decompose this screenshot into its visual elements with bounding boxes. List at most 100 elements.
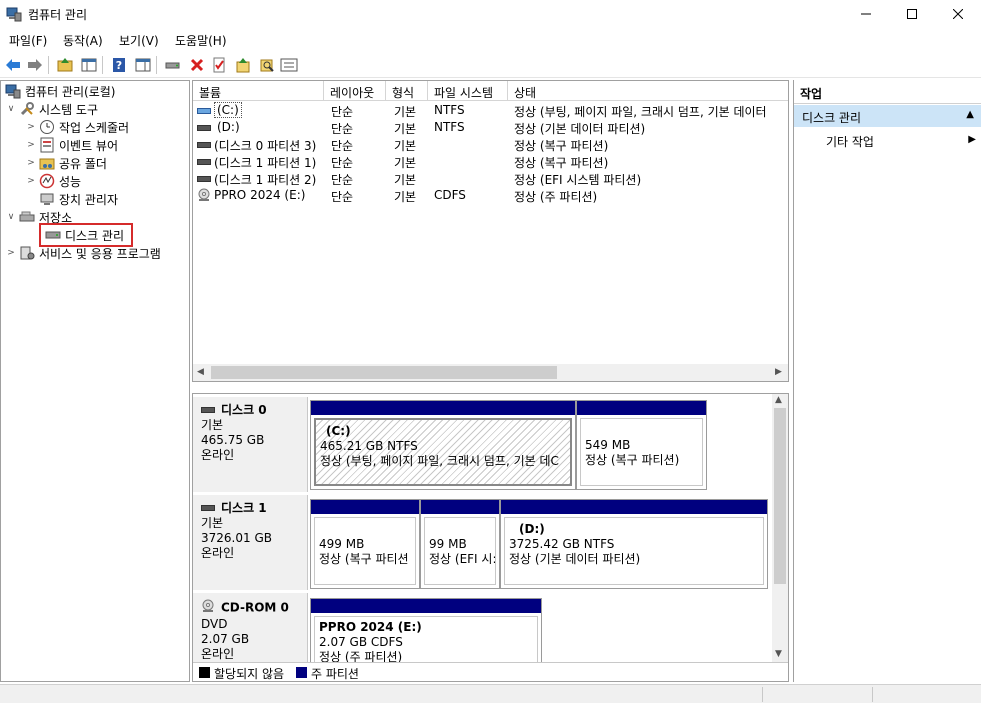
volume-type: 기본 — [394, 173, 417, 187]
volume-name: PPRO 2024 (E:) — [214, 188, 306, 202]
scroll-right-icon[interactable]: ▶ — [775, 367, 782, 377]
title-bar: 컴퓨터 관리 — [0, 0, 981, 28]
cd-drive-icon — [197, 188, 211, 205]
disk-size: 465.75 GB — [201, 433, 265, 447]
back-icon[interactable] — [4, 56, 22, 74]
collapse-up-icon[interactable]: ▲ — [966, 109, 974, 120]
volume-status: 정상 (주 파티션) — [514, 190, 598, 204]
volume-drive-icon — [197, 139, 211, 153]
toolbar: ? — [0, 52, 981, 78]
column-header-volume[interactable]: 볼륨 — [193, 81, 324, 101]
chevron-right-icon[interactable]: > — [5, 248, 17, 258]
maximize-button[interactable] — [889, 0, 935, 28]
chevron-right-icon[interactable]: > — [25, 176, 37, 186]
tree-item-shared-folders[interactable]: > 공유 폴더 — [25, 154, 107, 172]
chevron-right-icon[interactable]: > — [25, 158, 37, 168]
disk-size: 2.07 GB — [201, 632, 250, 646]
volume-row[interactable]: (디스크 1 파티션 2) 단순 기본 정상 (EFI 시스템 파티션) — [193, 170, 788, 187]
partition-efi[interactable]: 99 MB 정상 (EFI 시: — [420, 499, 500, 589]
help-icon[interactable]: ? — [110, 56, 128, 74]
shared-folder-icon — [39, 155, 55, 171]
volume-row[interactable]: PPRO 2024 (E:) 단순 기본 CDFS 정상 (주 파티션) — [193, 187, 788, 204]
chevron-down-icon[interactable]: ∨ — [5, 104, 17, 114]
volume-status: 정상 (부팅, 페이지 파일, 크래시 덤프, 기본 데이터 — [514, 105, 767, 119]
volume-status: 정상 (복구 파티션) — [514, 156, 609, 170]
computer-management-icon — [5, 83, 21, 99]
services-icon — [19, 245, 35, 261]
tree-item-event-viewer[interactable]: > 이벤트 뷰어 — [25, 136, 118, 154]
partition-size: 99 MB — [429, 537, 467, 551]
partition-status: 정상 (복구 파티션 — [319, 552, 409, 566]
volume-fs: CDFS — [434, 188, 466, 202]
volume-name: (C:) — [214, 102, 242, 118]
partition-d[interactable]: (D:) 3725.42 GB NTFS 정상 (기본 데이터 파티션) — [500, 499, 768, 589]
disk-0-label[interactable]: 디스크 0 기본 465.75 GB 온라인 — [193, 397, 308, 492]
menu-help[interactable]: 도움말(H) — [175, 32, 227, 49]
volume-row[interactable]: (C:) 단순 기본 NTFS 정상 (부팅, 페이지 파일, 크래시 덤프, … — [193, 102, 788, 119]
volume-name: (디스크 0 파티션 3) — [214, 139, 317, 153]
import-icon[interactable] — [234, 56, 252, 74]
list-view-icon[interactable] — [280, 56, 298, 74]
partition-title: (C:) — [326, 424, 351, 438]
partition-bar — [501, 500, 767, 514]
disk-type: DVD — [201, 617, 228, 631]
partition-size: 3725.42 GB NTFS — [509, 537, 615, 551]
close-button[interactable] — [935, 0, 981, 28]
forward-icon[interactable] — [26, 56, 44, 74]
scroll-down-icon[interactable]: ▼ — [775, 649, 782, 659]
menu-action[interactable]: 동작(A) — [63, 32, 103, 49]
scroll-left-icon[interactable]: ◀ — [197, 367, 204, 377]
delete-icon[interactable] — [188, 56, 206, 74]
connect-drive-icon[interactable] — [164, 56, 182, 74]
chevron-down-icon[interactable]: ∨ — [5, 212, 17, 222]
action-more-label: 기타 작업 — [826, 135, 874, 149]
disk-map: 디스크 0 기본 465.75 GB 온라인 (C:) 465.21 GB NT… — [192, 393, 789, 682]
chevron-right-icon[interactable]: > — [25, 122, 37, 132]
menu-view[interactable]: 보기(V) — [119, 32, 159, 49]
tree-item-device-manager[interactable]: 장치 관리자 — [39, 190, 118, 208]
disk-size: 3726.01 GB — [201, 531, 272, 545]
minimize-button[interactable] — [843, 0, 889, 28]
search-icon[interactable] — [258, 56, 276, 74]
partition-title — [585, 423, 698, 438]
menu-file[interactable]: 파일(F) — [9, 32, 47, 49]
up-folder-icon[interactable] — [56, 56, 74, 74]
column-header-layout[interactable]: 레이아웃 — [324, 81, 386, 101]
partition-body: (C:) 465.21 GB NTFS 정상 (부팅, 페이지 파일, 크래시 … — [314, 418, 572, 486]
cd-drive-icon — [201, 599, 215, 617]
partition-recovery[interactable]: 549 MB 정상 (복구 파티션) — [576, 400, 707, 490]
scrollbar-thumb[interactable] — [211, 366, 557, 379]
disk-type: 기본 — [201, 516, 224, 530]
action-more[interactable]: 기타 작업 ▶ — [794, 130, 981, 150]
volume-row[interactable]: (디스크 1 파티션 1) 단순 기본 정상 (복구 파티션) — [193, 153, 788, 170]
column-header-type[interactable]: 형식 — [386, 81, 428, 101]
properties-icon[interactable] — [210, 56, 228, 74]
volume-drive-icon — [197, 173, 211, 187]
volume-status: 정상 (EFI 시스템 파티션) — [514, 173, 642, 187]
vertical-scrollbar[interactable]: ▲ ▼ — [772, 394, 788, 664]
chevron-right-icon[interactable]: > — [25, 140, 37, 150]
tree-item-system-tools[interactable]: ∨ 시스템 도구 — [5, 100, 98, 118]
volume-fs: NTFS — [434, 103, 465, 117]
partition-recovery[interactable]: 499 MB 정상 (복구 파티션 — [310, 499, 420, 589]
scrollbar-thumb[interactable] — [774, 408, 786, 584]
column-header-filesystem[interactable]: 파일 시스템 — [428, 81, 508, 101]
horizontal-scrollbar[interactable]: ◀ ▶ — [193, 364, 788, 381]
tree-item-performance[interactable]: > 성능 — [25, 172, 81, 190]
toolbar-separator — [102, 56, 103, 74]
tree-item-root[interactable]: 컴퓨터 관리(로컬) — [5, 82, 115, 100]
menu-bar: 파일(F) 동작(A) 보기(V) 도움말(H) — [0, 29, 981, 51]
volume-name: (D:) — [217, 120, 240, 134]
tree-item-task-scheduler[interactable]: > 작업 스케줄러 — [25, 118, 129, 136]
volume-row[interactable]: (디스크 0 파티션 3) 단순 기본 정상 (복구 파티션) — [193, 136, 788, 153]
action-section-disk-management[interactable]: 디스크 관리 ▲ — [794, 105, 981, 127]
scroll-up-icon[interactable]: ▲ — [775, 395, 782, 405]
column-header-status[interactable]: 상태 — [508, 81, 788, 101]
show-hide-console-tree-icon[interactable] — [80, 56, 98, 74]
show-hide-action-pane-icon[interactable] — [134, 56, 152, 74]
disk-1-label[interactable]: 디스크 1 기본 3726.01 GB 온라인 — [193, 495, 308, 590]
volume-row[interactable]: (D:) 단순 기본 NTFS 정상 (기본 데이터 파티션) — [193, 119, 788, 136]
partition-size: 499 MB — [319, 537, 365, 551]
partition-c[interactable]: (C:) 465.21 GB NTFS 정상 (부팅, 페이지 파일, 크래시 … — [310, 400, 576, 490]
volume-drive-icon — [197, 105, 211, 119]
